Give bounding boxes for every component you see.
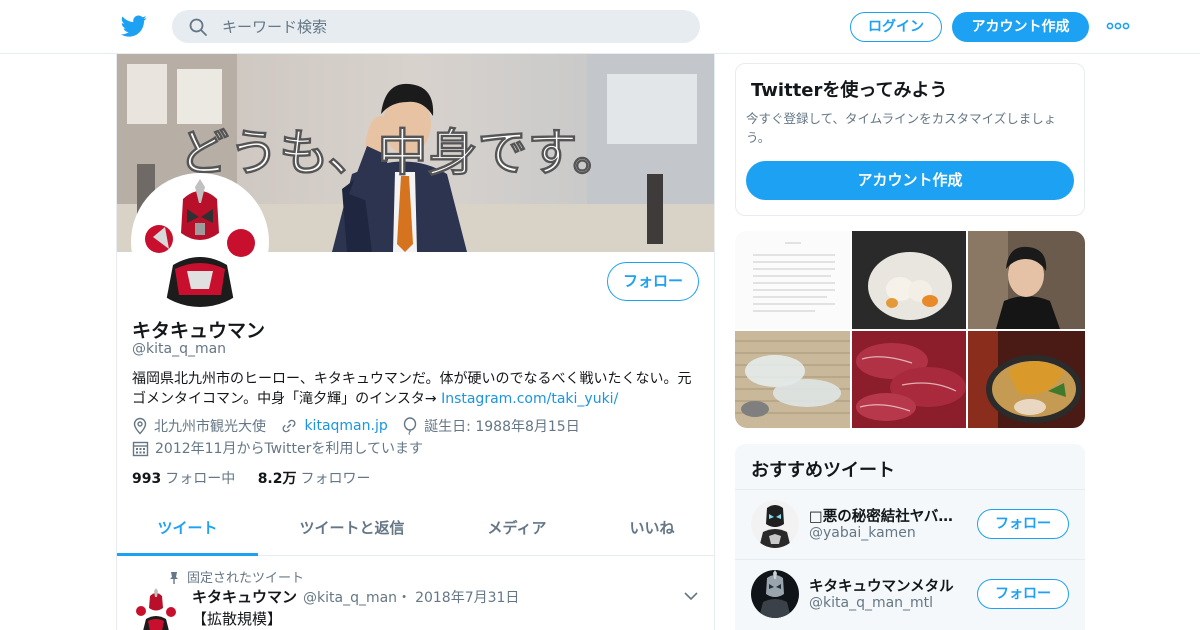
location-item: 北九州市観光大使 [132,416,266,436]
recommended-account-handle[interactable]: @kita_q_man_mtl [809,595,933,611]
recommended-account-handle[interactable]: @yabai_kamen [809,525,916,541]
search-icon [189,18,207,36]
balloon-icon [403,417,417,435]
tweet-author-handle[interactable]: @kita_q_man [303,590,397,606]
recommended-tweets: おすすめツイート □悪の秘密結社ヤバ… @yabai_kamen フォロー キタ… [735,444,1085,630]
profile-column: どうも、中身です。 フォロー キタキュウマン @kita_q_man 福岡県北九… [116,54,715,630]
top-navigation-bar: ログイン アカウント作成 [0,0,1200,54]
tweet-avatar-image [132,587,180,630]
recommended-account-name[interactable]: キタキュウマンメタル [809,575,969,596]
tweet-date[interactable]: 2018年7月31日 [415,590,519,606]
media-thumb-squid[interactable] [735,331,850,428]
tab-media[interactable]: メディア [462,504,572,556]
tweet-separator: ・ [397,590,412,606]
tweet-avatar[interactable] [132,587,180,630]
ramen-image [968,331,1085,428]
profile-joined-line: 2012年11月からTwitterを利用しています [132,438,433,458]
hero-mascot-image [135,177,265,307]
calendar-icon [132,441,149,456]
selfie-image [968,231,1085,329]
tweet-author-name[interactable]: キタキュウマン [192,588,297,606]
banner-text: どうも、中身です。 [179,124,623,182]
location-text: 北九州市観光大使 [154,419,266,435]
joined-text: 2012年11月からTwitterを利用しています [155,441,423,457]
pinned-label-text: 固定されたツイート [187,571,305,586]
pinned-tweet-label: 固定されたツイート [169,567,304,586]
profile-meta-line: 北九州市観光大使 kitaqman.jp 誕生日: 1988年8月15日 [132,416,590,436]
recommended-account[interactable]: □悪の秘密結社ヤバ… @yabai_kamen フォロー [735,489,1085,559]
twitter-bird-icon[interactable] [120,13,148,39]
search-input[interactable] [222,10,682,43]
tweet-text: 【拡散規模】 [192,610,283,628]
birthday-text: 誕生日: 1988年8月15日 [424,419,580,435]
metal-hero-avatar-image [751,570,799,618]
recommended-account[interactable]: キタキュウマンメタル @kita_q_man_mtl フォロー [735,559,1085,629]
followers-label: フォロワー [300,471,371,487]
search-box[interactable] [172,10,700,43]
recommended-title: おすすめツイート [751,460,895,481]
signup-button[interactable]: アカウント作成 [952,12,1089,42]
recommended-follow-button[interactable]: フォロー [977,509,1069,539]
media-thumb-food-bag[interactable] [852,231,966,329]
document-image [735,231,850,329]
tab-tweets-and-replies[interactable]: ツイートと返信 [277,504,427,556]
profile-bio: 福岡県北九州市のヒーロー、キタキュウマンだ。体が硬いのでなるべく戦いたくない。元… [132,369,702,409]
tab-likes[interactable]: いいね [602,504,702,556]
media-thumb-document[interactable] [735,231,850,329]
followers-stat[interactable]: 8.2万 フォロワー [258,468,371,488]
following-stat[interactable]: 993 フォロー中 [132,468,235,488]
media-thumb-ramen[interactable] [968,331,1085,428]
following-count: 993 [132,471,162,487]
recommended-avatar[interactable] [751,500,799,548]
tab-tweets[interactable]: ツイート [117,504,258,556]
tweet-header: キタキュウマン @kita_q_man・ 2018年7月31日 [192,586,519,607]
media-grid [735,231,1085,428]
signup-card-description: 今すぐ登録して、タイムラインをカスタマイズしましょう。 [746,111,1057,145]
food-bag-image [852,231,966,329]
wagyu-beef-image [852,331,966,428]
recommended-follow-button[interactable]: フォロー [977,579,1069,609]
recommended-account-name[interactable]: □悪の秘密結社ヤバ… [809,505,969,526]
following-label: フォロー中 [165,471,236,487]
login-button[interactable]: ログイン [850,12,942,42]
location-pin-icon [133,417,147,435]
followers-count: 8.2万 [257,471,297,487]
profile-stats: 993 フォロー中 8.2万 フォロワー [132,468,389,488]
squid-dish-image [735,331,850,428]
signup-card: Twitterを使ってみよう 今すぐ登録して、タイムラインをカスタマイズしましょ… [735,63,1085,216]
bio-instagram-link[interactable]: Instagram.com/taki_yuki/ [441,391,618,407]
signup-card-button[interactable]: アカウント作成 [746,161,1074,200]
birthday-item: 誕生日: 1988年8月15日 [402,416,580,436]
more-dots-icon[interactable] [1106,19,1130,33]
profile-display-name: キタキュウマン [132,320,266,342]
chevron-down-icon[interactable] [684,591,698,601]
website-item[interactable]: kitaqman.jp [280,417,388,435]
joined-item: 2012年11月からTwitterを利用しています [132,438,423,458]
recommended-avatar[interactable] [751,570,799,618]
pin-icon [170,572,178,584]
media-thumb-selfie[interactable] [968,231,1085,329]
masked-hero-avatar-image [751,500,799,548]
media-thumb-beef[interactable] [852,331,966,428]
follow-button[interactable]: フォロー [607,262,699,301]
website-link[interactable]: kitaqman.jp [304,418,387,434]
link-icon [282,419,296,433]
signup-card-title: Twitterを使ってみよう [751,80,948,101]
profile-tabs: ツイート ツイートと返信 メディア いいね [117,504,714,556]
profile-avatar[interactable] [131,173,269,311]
profile-handle: @kita_q_man [132,341,227,357]
